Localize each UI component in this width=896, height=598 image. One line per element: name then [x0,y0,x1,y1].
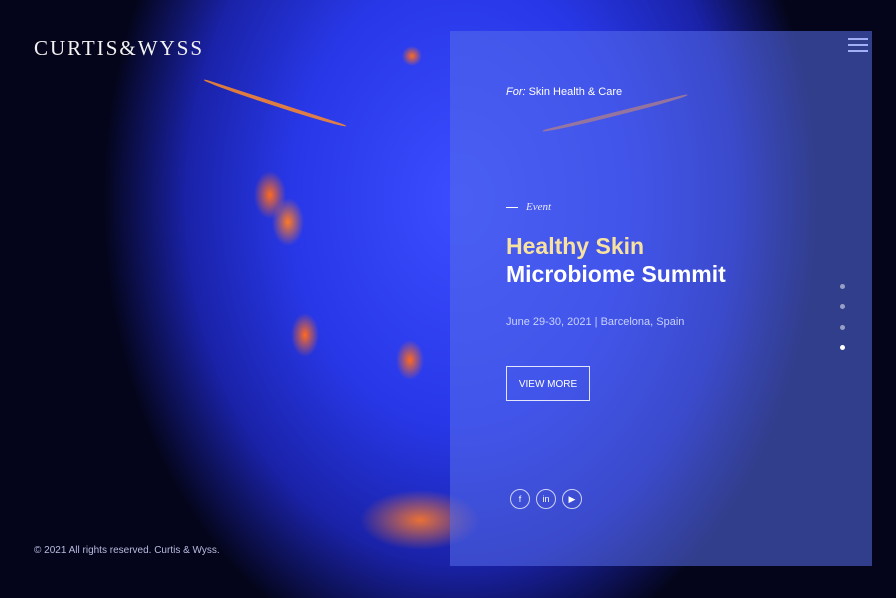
category-tag: Event [506,201,551,213]
slide-dot-4[interactable] [840,345,845,350]
audience-line: For: Skin Health & Care [506,86,622,98]
dash-decoration [506,206,518,208]
audience-label: For: [506,86,526,98]
slide-dot-2[interactable] [840,304,845,309]
slide-title-line2: Microbiome Summit [506,261,726,287]
facebook-icon[interactable]: f [510,489,530,509]
brand-logo[interactable]: CURTIS&WYSS [34,36,204,61]
slide-info-panel [450,31,872,566]
category-label: Event [526,201,552,213]
event-date-location: June 29-30, 2021 | Barcelona, Spain [506,316,685,328]
view-more-button[interactable]: VIEW MORE [506,366,590,401]
eyelash-decoration [202,76,348,130]
slide-dot-1[interactable] [840,284,845,289]
copyright-text: © 2021 All rights reserved. Curtis & Wys… [34,545,220,556]
slide-title-line1: Healthy Skin [506,233,645,259]
youtube-icon[interactable]: ▶ [562,489,582,509]
slide-dot-3[interactable] [840,325,845,330]
audience-value: Skin Health & Care [528,86,623,98]
linkedin-icon[interactable]: in [536,489,556,509]
